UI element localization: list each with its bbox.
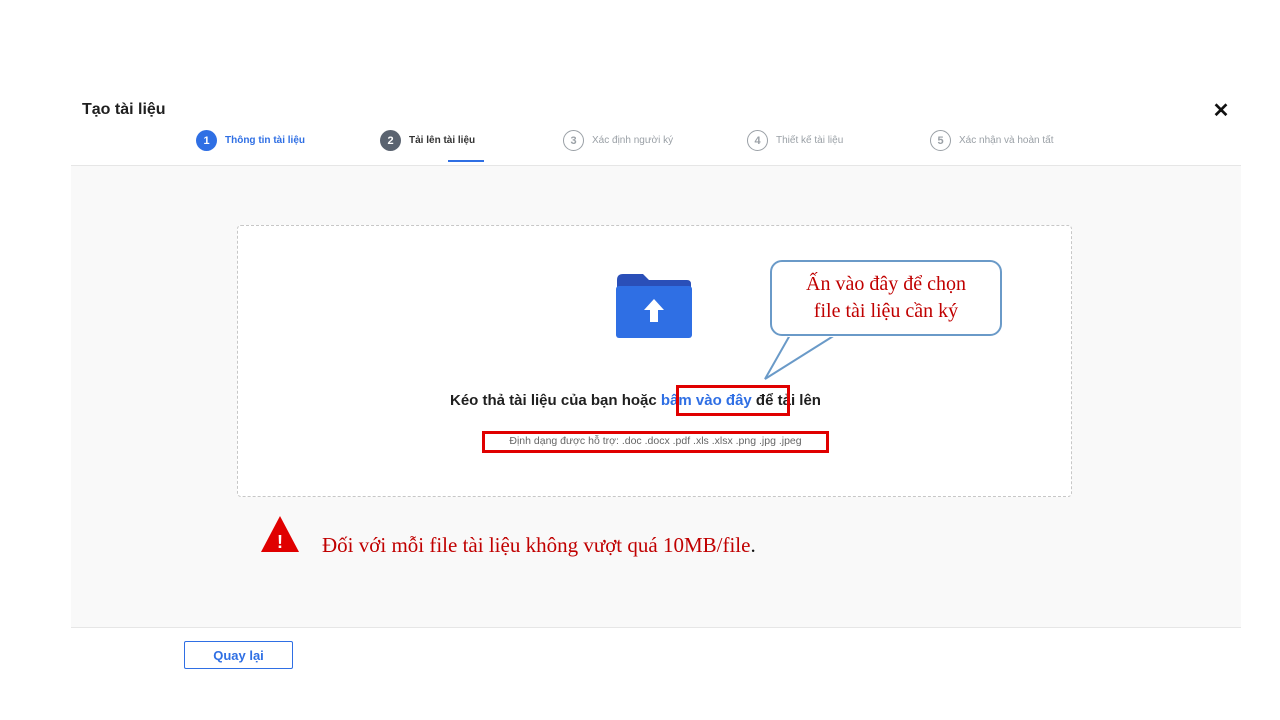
step-5-number: 5 xyxy=(930,130,951,151)
callout-line-2: file tài liệu cần ký xyxy=(813,300,959,322)
step-2-label: Tải lên tài liệu xyxy=(409,135,476,146)
step-1-number: 1 xyxy=(196,130,217,151)
current-step-indicator xyxy=(448,160,484,162)
warning-period: . xyxy=(750,533,756,557)
upload-text-before: Kéo thả tài liệu của bạn hoặc xyxy=(450,392,661,409)
upload-instruction: Kéo thả tài liệu của bạn hoặc bấm vào đâ… xyxy=(450,392,821,409)
step-3-number: 3 xyxy=(563,130,584,151)
step-4-number: 4 xyxy=(747,130,768,151)
upload-text-after: để tải lên xyxy=(751,392,821,409)
close-icon[interactable]: ✕ xyxy=(1210,100,1232,122)
back-button[interactable]: Quay lại xyxy=(184,641,293,669)
browse-file-link[interactable]: bấm vào đây xyxy=(661,392,752,409)
stepper: 1 Thông tin tài liệu 2 Tải lên tài liệu … xyxy=(0,128,1280,164)
callout-line-1: Ấn vào đây để chọn xyxy=(806,273,966,295)
step-3-label: Xác định người ký xyxy=(592,135,674,146)
step-5[interactable]: 5 Xác nhận và hoàn tất xyxy=(930,130,1054,151)
step-2[interactable]: 2 Tải lên tài liệu xyxy=(380,130,475,151)
step-2-number: 2 xyxy=(380,130,401,151)
step-4[interactable]: 4 Thiết kế tài liệu xyxy=(747,130,843,151)
warning-text: Đối với mỗi file tài liệu không vượt quá… xyxy=(322,533,751,557)
step-4-label: Thiết kế tài liệu xyxy=(776,135,844,146)
step-1[interactable]: 1 Thông tin tài liệu xyxy=(196,130,305,151)
step-5-label: Xác nhận và hoàn tất xyxy=(959,135,1054,146)
file-size-warning: Đối với mỗi file tài liệu không vượt quá… xyxy=(322,533,756,558)
callout-annotation: Ấn vào đây để chọn file tài liệu cần ký xyxy=(770,260,1002,336)
folder-upload-icon[interactable] xyxy=(615,272,693,338)
step-3[interactable]: 3 Xác định người ký xyxy=(563,130,673,151)
warning-mark: ! xyxy=(277,532,283,552)
supported-formats: Định dạng được hỗ trợ: .doc .docx .pdf .… xyxy=(482,431,829,453)
step-1-label: Thông tin tài liệu xyxy=(225,135,305,146)
modal-title: Tạo tài liệu xyxy=(82,101,166,118)
warning-icon: ! xyxy=(261,516,299,552)
callout-pointer xyxy=(764,333,838,380)
